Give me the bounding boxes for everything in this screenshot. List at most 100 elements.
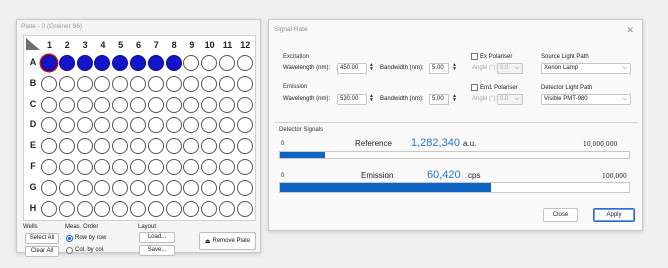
well-A10[interactable] [201,55,218,71]
row-header-D[interactable]: D [28,119,38,129]
well-H3[interactable] [76,200,93,217]
well-A7[interactable] [147,55,164,71]
em-wavelength-input[interactable]: 530.00 [337,94,367,105]
well-C6[interactable] [130,96,146,113]
em-angle-select[interactable]: 0.0 ⌵ [497,94,523,105]
well-B9[interactable] [183,75,200,92]
column-header-2[interactable]: 2 [59,40,76,50]
well-G7[interactable] [147,179,164,196]
well-A11[interactable] [219,55,235,71]
well-H4[interactable] [94,200,111,217]
well-B12[interactable] [236,75,253,92]
well-D7[interactable] [147,117,164,134]
well-F1[interactable] [41,159,57,175]
well-G6[interactable] [130,179,146,196]
well-D9[interactable] [183,117,200,134]
well-E12[interactable] [236,138,253,155]
well-A3[interactable] [76,55,93,71]
well-F5[interactable] [112,159,129,175]
well-E9[interactable] [183,138,200,155]
save-layout-button[interactable]: Save... [139,245,175,256]
column-header-10[interactable]: 10 [201,40,218,50]
well-B3[interactable] [76,75,93,92]
well-E2[interactable] [58,138,75,155]
well-E6[interactable] [130,138,146,155]
clear-all-button[interactable]: Clear All [25,246,59,257]
well-H10[interactable] [201,200,218,217]
well-F3[interactable] [76,159,93,175]
well-C5[interactable] [112,96,129,113]
well-D4[interactable] [94,117,111,134]
column-header-7[interactable]: 7 [148,40,165,50]
well-B2[interactable] [58,75,75,92]
well-F12[interactable] [236,159,253,175]
col-by-col-radio[interactable]: Col. by col. [66,246,105,255]
row-header-B[interactable]: B [28,78,38,88]
well-B7[interactable] [147,75,164,92]
well-G12[interactable] [236,179,253,196]
well-A6[interactable] [130,55,146,71]
well-D5[interactable] [112,117,129,134]
ex-polariser-checkbox[interactable]: Ex Polariser [471,53,512,60]
column-header-9[interactable]: 9 [183,40,200,50]
well-C1[interactable] [41,96,57,113]
well-E3[interactable] [76,138,93,155]
well-E7[interactable] [147,138,164,155]
well-A4[interactable] [94,55,111,71]
well-C3[interactable] [76,96,93,113]
remove-plate-button[interactable]: ⏏ Remove Plate [199,232,256,250]
well-B4[interactable] [94,75,111,92]
column-header-8[interactable]: 8 [166,40,183,50]
ex-angle-select[interactable]: 0.0 ⌵ [497,63,523,74]
ex-wavelength-input[interactable]: 450.00 [337,63,367,74]
well-H2[interactable] [58,200,75,217]
well-F9[interactable] [183,159,200,175]
well-A8[interactable] [165,55,182,71]
column-header-12[interactable]: 12 [237,40,254,50]
select-all-button[interactable]: Select All [25,233,59,244]
well-G1[interactable] [41,179,57,196]
column-header-3[interactable]: 3 [77,40,94,50]
ex-wavelength-spinner[interactable]: ▲ ▼ [369,63,374,72]
well-B11[interactable] [219,75,235,92]
row-header-F[interactable]: F [28,161,38,171]
well-G4[interactable] [94,179,111,196]
apply-button[interactable]: Apply [593,208,635,222]
well-E4[interactable] [94,138,111,155]
well-C7[interactable] [147,96,164,113]
well-C8[interactable] [165,96,182,113]
column-header-6[interactable]: 6 [130,40,147,50]
well-B8[interactable] [165,75,182,92]
well-C12[interactable] [236,96,253,113]
well-H7[interactable] [147,200,164,217]
well-G8[interactable] [165,179,182,196]
well-D10[interactable] [201,117,218,134]
well-C11[interactable] [219,96,235,113]
well-G11[interactable] [219,179,235,196]
well-A1[interactable] [41,55,57,71]
well-E10[interactable] [201,138,218,155]
well-D6[interactable] [130,117,146,134]
em1-polariser-checkbox[interactable]: Em1 Polariser [471,84,518,91]
well-E11[interactable] [219,138,235,155]
well-B5[interactable] [112,75,129,92]
row-header-E[interactable]: E [28,140,38,150]
well-H6[interactable] [130,200,146,217]
well-H8[interactable] [165,200,182,217]
column-header-1[interactable]: 1 [41,40,58,50]
close-icon[interactable]: ✕ [626,20,634,40]
well-H1[interactable] [41,200,57,217]
row-header-A[interactable]: A [28,57,38,67]
well-F4[interactable] [94,159,111,175]
row-header-G[interactable]: G [28,182,38,192]
well-B1[interactable] [41,75,57,92]
well-C10[interactable] [201,96,218,113]
well-D2[interactable] [58,117,75,134]
row-by-row-radio[interactable]: Row by row [66,234,106,243]
well-G2[interactable] [58,179,75,196]
well-G10[interactable] [201,179,218,196]
well-F2[interactable] [58,159,75,175]
close-button[interactable]: Close [543,208,578,222]
well-A9[interactable] [183,55,200,71]
well-H9[interactable] [183,200,200,217]
